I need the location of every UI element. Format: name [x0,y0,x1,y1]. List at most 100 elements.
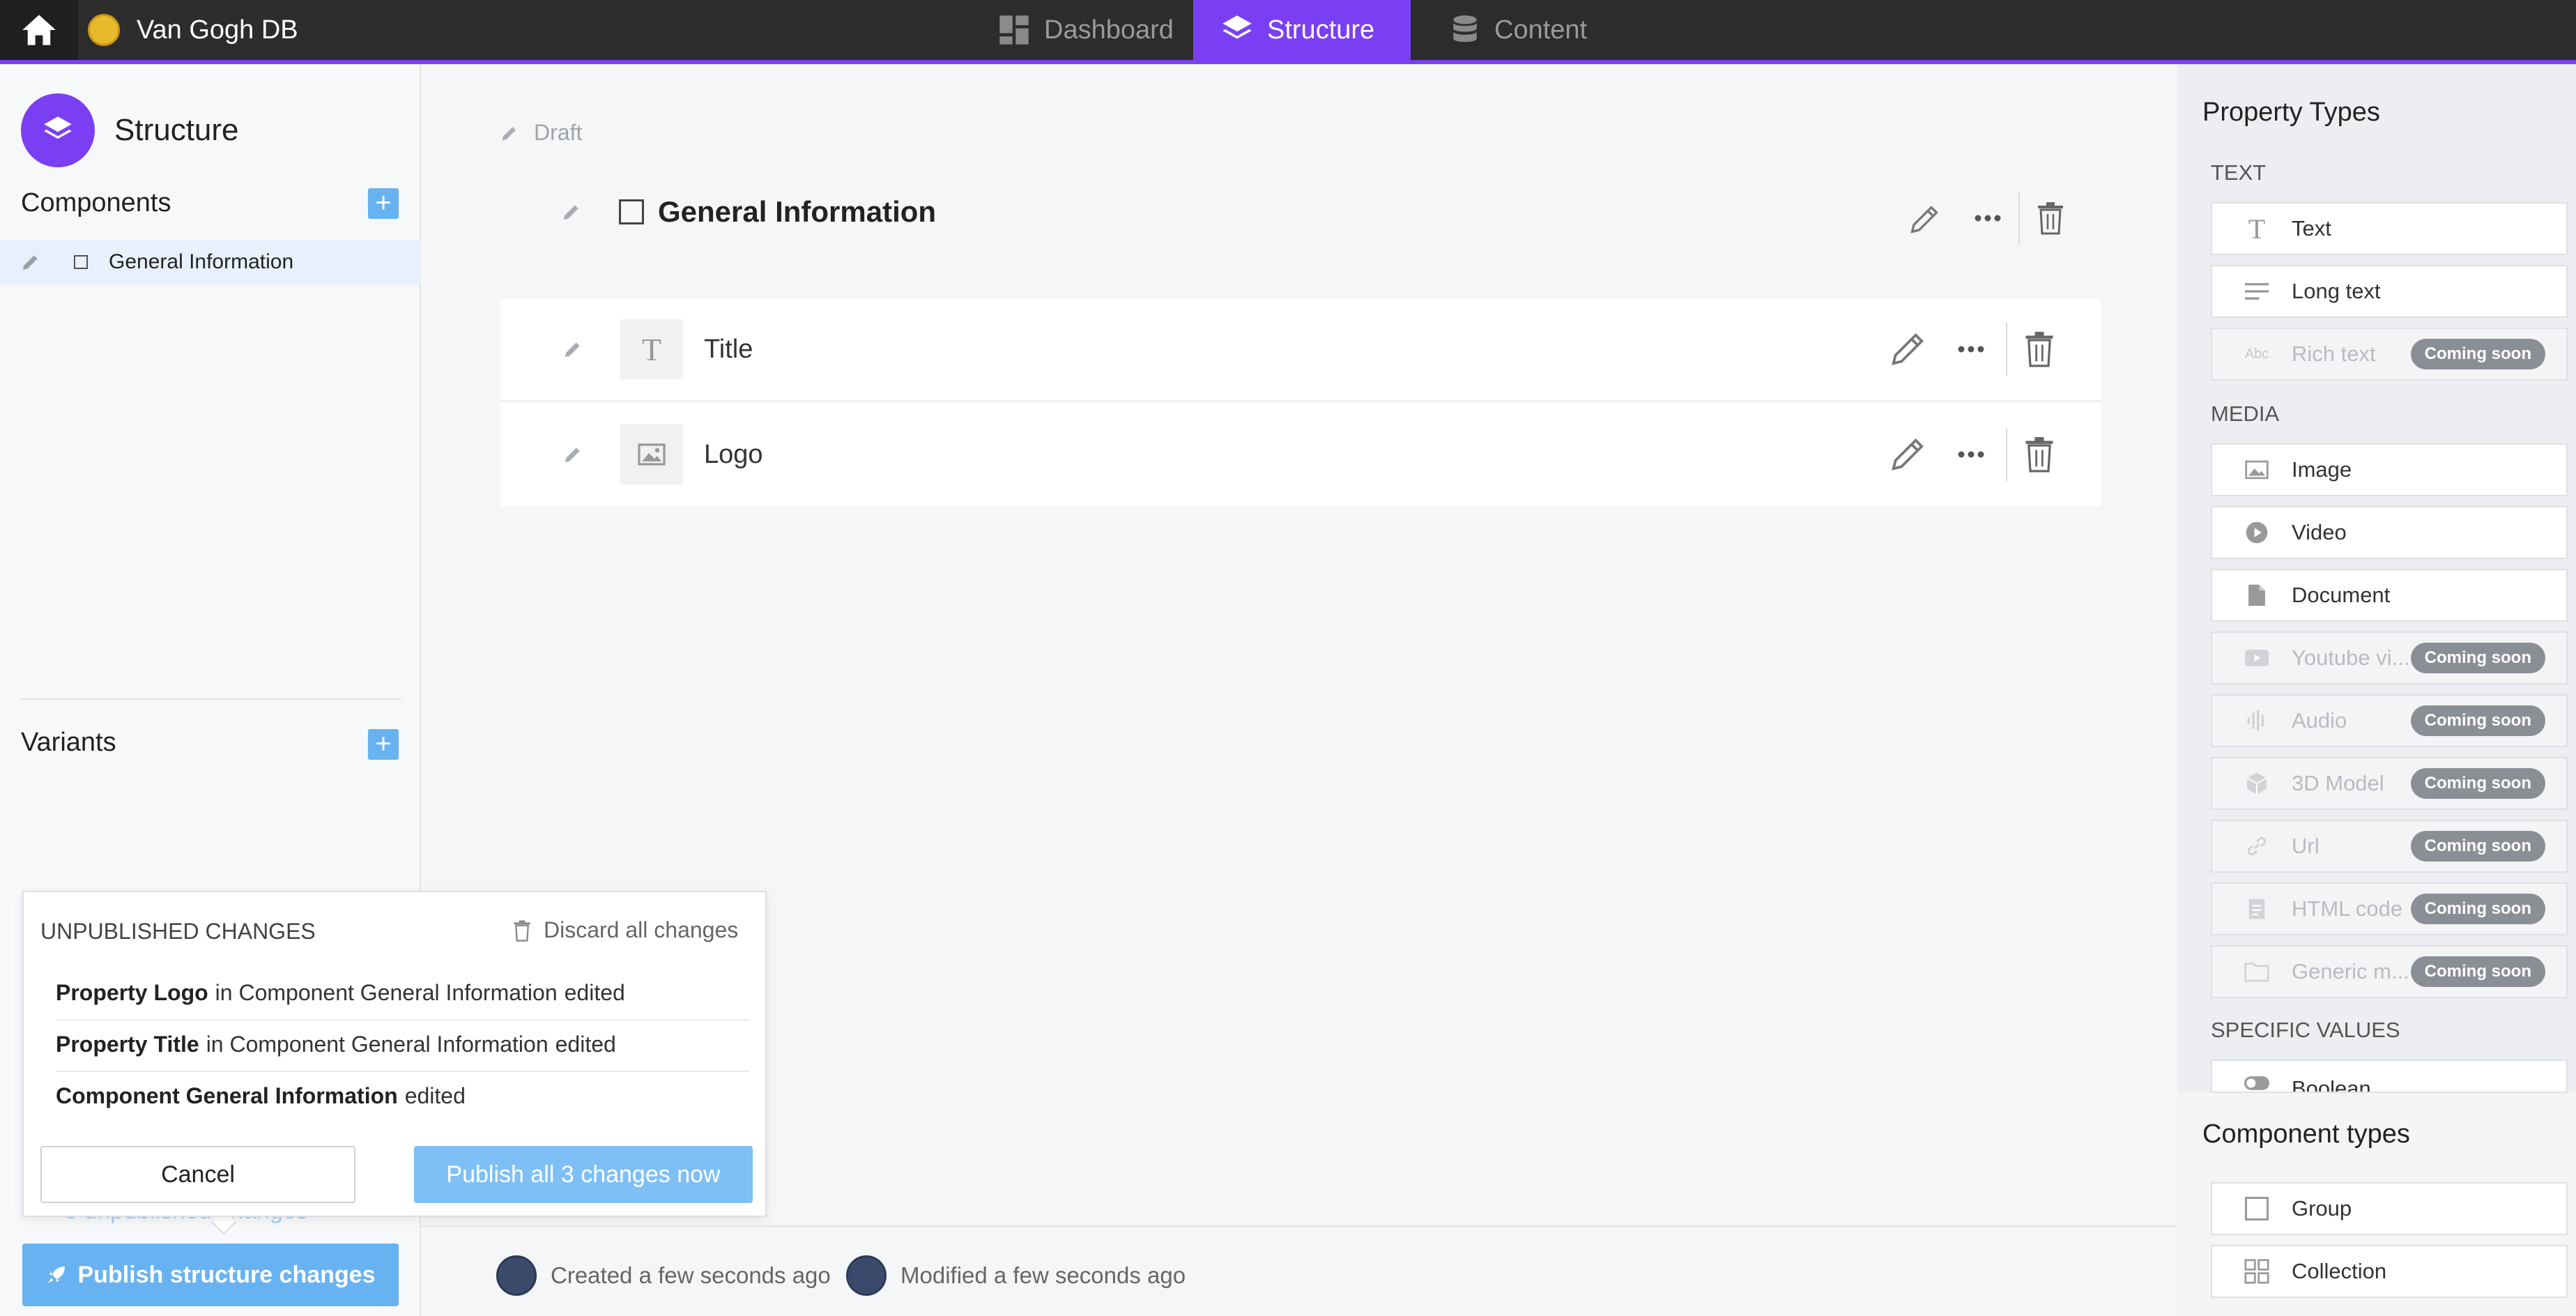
property-type-text[interactable]: T Text [2211,202,2568,255]
modified-info: Modified a few seconds ago [846,1255,1186,1296]
pencil-icon[interactable] [562,338,584,360]
trash-icon[interactable] [2024,436,2055,473]
cube-icon [2243,772,2271,795]
edit-icon[interactable] [1887,329,1928,369]
change-status: edited [564,980,625,1005]
change-item: Property Title in Component General Info… [56,1032,750,1057]
property-type-url: Url Coming soon [2211,820,2568,873]
property-type-boolean[interactable]: Boolean [2211,1059,2568,1093]
video-icon [2243,521,2271,544]
project-name: Van Gogh DB [137,15,298,45]
coming-soon-badge: Coming soon [2410,643,2545,673]
edit-icon[interactable] [1907,202,1942,237]
sidebar-divider [21,698,401,700]
dashboard-icon [999,15,1029,45]
coming-soon-badge: Coming soon [2410,894,2545,924]
status-label: Draft [534,120,583,145]
discard-all-button[interactable]: Discard all changes [512,917,738,943]
folder-icon [2243,961,2271,982]
database-icon [1453,15,1477,43]
publish-structure-label: Publish structure changes [77,1261,376,1288]
change-subject: Component General Information [56,1083,398,1108]
property-type-video[interactable]: Video [2211,506,2568,559]
document-icon [2243,583,2271,607]
layers-icon [44,116,72,139]
sidebar-item-general-information[interactable]: General Information [0,240,421,284]
trash-icon[interactable] [2037,201,2064,236]
property-type-youtube-video: Youtube vi... Coming soon [2211,632,2568,684]
property-type-document[interactable]: Document [2211,569,2568,622]
created-label: Created a few seconds ago [551,1262,831,1288]
component-title: General Information [658,195,937,228]
more-options-icon[interactable] [1956,344,1986,354]
property-type-image[interactable]: Image [2211,443,2568,496]
sidebar-header: Structure [21,93,239,167]
change-subject: Property Logo [56,980,208,1005]
tab-dashboard[interactable]: Dashboard [970,0,1202,60]
component-types-title: Component types [2202,1119,2410,1149]
long-text-icon [2243,282,2271,300]
property-row-logo[interactable]: Logo [500,403,2101,506]
pencil-icon[interactable] [560,201,583,223]
change-status: edited [555,1032,616,1057]
property-type-label: Generic m... [2292,959,2409,984]
trash-icon [514,919,530,942]
property-type-label: Text [2292,216,2331,240]
change-context: in Component General Information [215,980,558,1005]
category-text: TEXT [2211,160,2267,185]
action-divider [2006,323,2007,376]
property-type-long-text[interactable]: Long text [2211,265,2568,318]
property-type-label: HTML code [2292,896,2403,921]
property-type-label: Video [2292,520,2347,544]
trash-icon[interactable] [2024,331,2055,367]
action-divider [2006,428,2007,481]
sidebar-title: Structure [114,113,239,147]
tab-structure[interactable]: Structure [1193,0,1411,60]
cancel-button[interactable]: Cancel [40,1146,355,1203]
component-type-collection[interactable]: Collection [2211,1245,2568,1298]
group-checkbox-icon [74,255,88,269]
pencil-icon[interactable] [562,443,584,466]
coming-soon-badge: Coming soon [2410,831,2545,862]
property-type-label: Boolean [2292,1076,2371,1093]
change-separator [56,1071,750,1072]
group-icon [2243,1197,2271,1221]
component-type-group[interactable]: Group [2211,1182,2568,1235]
created-info: Created a few seconds ago [496,1255,831,1296]
change-separator [56,1019,750,1020]
pencil-icon[interactable] [20,251,42,273]
edit-icon[interactable] [1887,434,1928,475]
home-button[interactable] [0,0,78,60]
change-subject: Property Title [56,1032,199,1057]
layers-icon [1222,15,1252,39]
more-options-icon[interactable] [1972,213,2003,223]
change-item: Property Logo in Component General Infor… [56,980,750,1006]
add-variant-button[interactable]: + [368,729,399,760]
property-label: Title [704,334,753,364]
property-row-title[interactable]: T Title [500,298,2101,401]
draft-status: Draft [499,120,582,146]
property-type-generic-media: Generic m... Coming soon [2211,945,2568,998]
change-item: Component General Information edited [56,1083,750,1109]
add-component-button[interactable]: + [368,188,399,219]
component-header: General Information [560,195,936,229]
avatar [846,1255,887,1296]
property-type-label: 3D Model [2292,771,2384,795]
property-type-label: Rich text [2292,342,2376,366]
publish-structure-button[interactable]: Publish structure changes [22,1244,399,1306]
avatar [496,1255,537,1296]
property-type-audio: Audio Coming soon [2211,694,2568,747]
more-options-icon[interactable] [1956,450,1986,459]
category-media: MEDIA [2211,401,2280,426]
project-switcher[interactable]: Van Gogh DB [88,0,298,60]
discard-label: Discard all changes [544,917,739,942]
publish-all-now-button[interactable]: Publish all 3 changes now [414,1146,753,1203]
tab-content[interactable]: Content [1422,0,1615,60]
property-type-label: Image [2292,457,2352,482]
text-type-icon: T [620,319,683,379]
toggle-icon [2243,1076,2271,1090]
popover-title: UNPUBLISHED CHANGES [40,919,316,944]
variants-heading: Variants [21,728,116,757]
unpublished-changes-popover: UNPUBLISHED CHANGES Discard all changes … [22,891,767,1217]
property-type-label: Long text [2292,279,2381,303]
